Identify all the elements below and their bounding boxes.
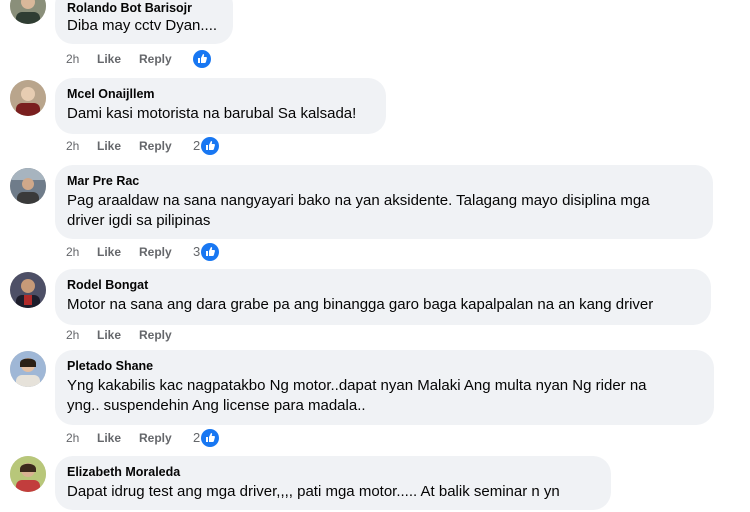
comment-bubble: Rodel Bongat Motor na sana ang dara grab… bbox=[55, 269, 711, 325]
reply-button[interactable]: Reply bbox=[139, 325, 172, 345]
comment-bubble: Pletado Shane Yng kakabilis kac nagpatak… bbox=[55, 350, 714, 425]
like-thumb-icon bbox=[193, 50, 211, 68]
avatar[interactable] bbox=[10, 80, 46, 116]
reaction-count[interactable] bbox=[192, 49, 211, 69]
avatar[interactable] bbox=[10, 456, 46, 492]
avatar[interactable] bbox=[10, 351, 46, 387]
reaction-count[interactable]: 3 bbox=[193, 242, 220, 262]
commenter-name[interactable]: Rodel Bongat bbox=[67, 277, 699, 293]
comment-text-line: driver igdi sa pilipinas bbox=[67, 212, 211, 229]
like-button[interactable]: Like bbox=[97, 325, 121, 345]
reply-button[interactable]: Reply bbox=[139, 242, 172, 262]
like-button[interactable]: Like bbox=[97, 136, 121, 156]
like-button[interactable]: Like bbox=[97, 49, 121, 69]
comment-text: Motor na sana ang dara grabe pa ang bina… bbox=[67, 296, 654, 313]
comment-text: Diba may cctv Dyan.... bbox=[67, 17, 218, 34]
commenter-name[interactable]: Mcel Onaijllem bbox=[67, 86, 374, 102]
avatar[interactable] bbox=[10, 168, 46, 204]
comment-bubble: Mar Pre Rac Pag araaldaw na sana nangyay… bbox=[55, 165, 713, 239]
like-thumb-icon bbox=[201, 429, 220, 447]
comment-time[interactable]: 2h bbox=[66, 325, 79, 345]
reply-button[interactable]: Reply bbox=[139, 49, 172, 69]
comment-text: Dapat idrug test ang mga driver,,,, pati… bbox=[67, 483, 560, 500]
commenter-name[interactable]: Mar Pre Rac bbox=[67, 173, 701, 189]
comment-bubble: Elizabeth Moraleda Dapat idrug test ang … bbox=[55, 456, 611, 510]
comment-bubble: Mcel Onaijllem Dami kasi motorista na ba… bbox=[55, 78, 386, 134]
avatar[interactable] bbox=[10, 0, 46, 24]
comment-bubble: Rolando Bot Barisojr Diba may cctv Dyan.… bbox=[55, 0, 233, 44]
comment-time[interactable]: 2h bbox=[66, 242, 79, 262]
comment-text-line: Yng kakabilis kac nagpatakbo Ng motor..d… bbox=[67, 377, 647, 394]
avatar[interactable] bbox=[10, 272, 46, 308]
comment-time[interactable]: 2h bbox=[66, 136, 79, 156]
reaction-count[interactable]: 2 bbox=[193, 136, 220, 156]
like-button[interactable]: Like bbox=[97, 242, 121, 262]
commenter-name[interactable]: Pletado Shane bbox=[67, 358, 702, 374]
comment-text-line: Pag araaldaw na sana nangyayari bako na … bbox=[67, 192, 650, 209]
comment-text: Dami kasi motorista na barubal Sa kalsad… bbox=[67, 105, 357, 122]
comment-time[interactable]: 2h bbox=[66, 428, 79, 448]
comment-time[interactable]: 2h bbox=[66, 49, 79, 69]
reply-button[interactable]: Reply bbox=[139, 428, 172, 448]
commenter-name[interactable]: Elizabeth Moraleda bbox=[67, 464, 599, 480]
like-thumb-icon bbox=[201, 243, 220, 261]
like-thumb-icon bbox=[201, 137, 220, 155]
reaction-count[interactable]: 2 bbox=[193, 428, 220, 448]
commenter-name[interactable]: Rolando Bot Barisojr bbox=[67, 0, 221, 16]
like-button[interactable]: Like bbox=[97, 428, 121, 448]
comment-text-line: yng.. suspendehin Ang license para madal… bbox=[67, 397, 366, 414]
reply-button[interactable]: Reply bbox=[139, 136, 172, 156]
